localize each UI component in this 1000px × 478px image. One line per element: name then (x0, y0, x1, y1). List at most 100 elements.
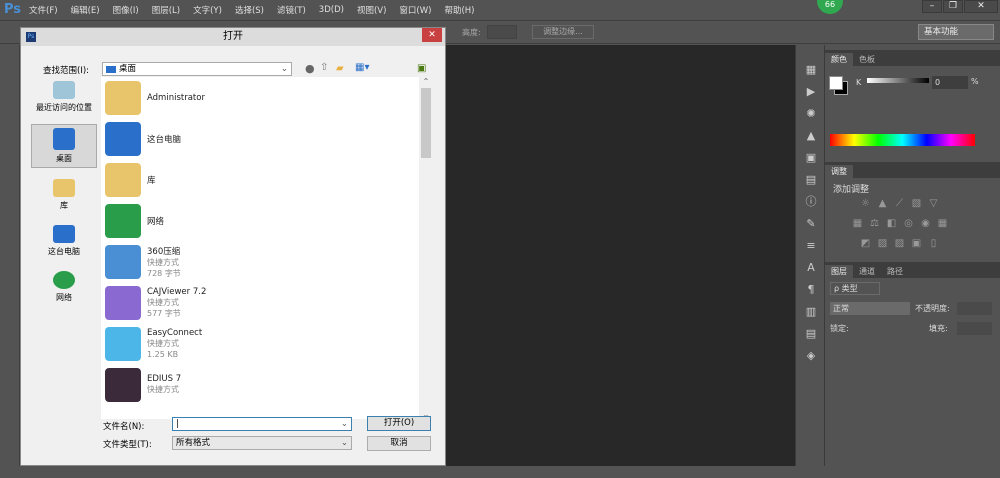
tab-color[interactable]: 颜色 (825, 53, 853, 66)
brightness-icon[interactable]: ☼ (857, 198, 874, 209)
layer-comps-icon[interactable]: ▥ (796, 301, 826, 323)
vibrance-icon[interactable]: ▽ (925, 198, 942, 209)
close-window-button[interactable]: ✕ (964, 0, 998, 13)
menu-type[interactable]: 文字(Y) (193, 4, 222, 16)
notes-icon[interactable]: ▤ (796, 323, 826, 345)
camera-raw-icon[interactable]: ▣ (417, 63, 426, 74)
menu-help[interactable]: 帮助(H) (444, 4, 474, 16)
tab-paths[interactable]: 路径 (881, 265, 909, 278)
photo-filter-icon[interactable]: ◎ (900, 218, 917, 229)
menu-layer[interactable]: 图层(L) (152, 4, 180, 16)
file-item[interactable]: 360压缩 快捷方式 728 字节 (101, 241, 433, 282)
menu-file[interactable]: 文件(F) (29, 4, 58, 16)
menu-edit[interactable]: 编辑(E) (71, 4, 100, 16)
file-item[interactable]: 这台电脑 (101, 118, 433, 159)
file-item[interactable]: EasyConnect 快捷方式 1.25 KB (101, 323, 433, 364)
bw-icon[interactable]: ◧ (883, 218, 900, 229)
lookin-label: 查找范围(I): (43, 66, 90, 76)
file-item[interactable]: EDIUS 7 快捷方式 (101, 364, 433, 405)
new-folder-icon[interactable]: ▰ (336, 63, 344, 74)
file-name: 网络 (147, 216, 165, 227)
file-name: 360压缩 (147, 246, 181, 257)
gradient-map-icon[interactable]: ▯ (925, 238, 942, 249)
invert-icon[interactable]: ◩ (857, 238, 874, 249)
file-name: 这台电脑 (147, 134, 182, 145)
selective-color-icon[interactable]: ▣ (908, 238, 925, 249)
paragraph-icon[interactable]: ¶ (796, 279, 826, 301)
histogram-icon[interactable]: ▲ (796, 125, 826, 147)
place-desktop[interactable]: 桌面 (31, 124, 97, 168)
file-item[interactable]: Administrator (101, 77, 433, 118)
tab-layers[interactable]: 图层 (825, 265, 853, 278)
character-icon[interactable]: A (796, 257, 826, 279)
up-folder-icon[interactable]: ⇧ (320, 62, 328, 73)
file-item[interactable]: CAJViewer 7.2 快捷方式 577 字节 (101, 282, 433, 323)
actions-play-icon[interactable]: ▶ (796, 81, 826, 103)
menu-image[interactable]: 图像(I) (113, 4, 139, 16)
open-button[interactable]: 打开(O) (367, 416, 431, 431)
view-menu-icon[interactable]: ▦▾ (355, 62, 369, 73)
brush-presets-icon[interactable]: ≡ (796, 235, 826, 257)
exposure-icon[interactable]: ▧ (908, 198, 925, 209)
layer-kind-filter[interactable]: ρ 类型 (830, 282, 880, 295)
refine-edge-button[interactable]: 调整边缘... (532, 25, 594, 39)
minimize-button[interactable]: – (922, 0, 942, 13)
library-icon (53, 179, 75, 197)
place-this-pc[interactable]: 这台电脑 (31, 222, 97, 260)
archive-icon (105, 244, 141, 279)
navigator-icon[interactable]: ▣ (796, 147, 826, 169)
color-spectrum[interactable] (830, 134, 975, 146)
workspace-select[interactable]: 基本功能 (918, 24, 994, 40)
foreground-color-swatch[interactable] (829, 76, 843, 90)
height-input[interactable] (487, 25, 517, 39)
tab-swatches[interactable]: 色板 (853, 53, 881, 66)
scroll-up-icon[interactable]: ⌃ (419, 77, 433, 86)
filetype-value: 所有格式 (176, 438, 211, 448)
history-icon[interactable]: ▦ (796, 59, 826, 81)
opacity-input[interactable] (957, 302, 992, 315)
blend-mode-select[interactable]: 正常 (830, 302, 910, 315)
chevron-down-icon: ⌄ (280, 64, 288, 74)
menu-filter[interactable]: 滤镜(T) (277, 4, 306, 16)
3d-icon[interactable]: ◈ (796, 345, 826, 367)
file-item[interactable]: 网络 (101, 200, 433, 241)
user-folder-icon (105, 80, 141, 115)
back-icon[interactable]: ● (305, 62, 315, 75)
levels-icon[interactable]: ▲ (874, 198, 891, 209)
k-slider[interactable] (867, 78, 929, 83)
lookin-select[interactable]: 桌面 ⌄ (102, 62, 292, 76)
menu-window[interactable]: 窗口(W) (399, 4, 431, 16)
menu-select[interactable]: 选择(S) (235, 4, 264, 16)
cancel-button[interactable]: 取消 (367, 436, 431, 451)
scroll-thumb[interactable] (421, 88, 431, 158)
tab-adjustments[interactable]: 调整 (825, 165, 853, 178)
properties-icon[interactable]: ▤ (796, 169, 826, 191)
channel-mixer-icon[interactable]: ◉ (917, 218, 934, 229)
brush-icon[interactable]: ✎ (796, 213, 826, 235)
place-libraries[interactable]: 库 (31, 176, 97, 214)
place-network[interactable]: 网络 (31, 268, 97, 306)
adjustments-icon[interactable]: ✺ (796, 103, 826, 125)
color-lookup-icon[interactable]: ▦ (934, 218, 951, 229)
file-list-scrollbar[interactable]: ⌃ ⌄ (419, 77, 433, 419)
curves-icon[interactable]: ⟋ (891, 198, 908, 209)
file-item[interactable]: 库 (101, 159, 433, 200)
place-recent[interactable]: 最近访问的位置 (31, 78, 97, 116)
filetype-select[interactable]: 所有格式 ⌄ (172, 436, 352, 450)
right-panels: 颜色 色板 K 0 % 调整 添加调整 ☼ ▲ ⟋ ▧ ▽ ▦ ⚖ ◧ ◎ ◉ ▦ ◩ ▨ ▨ ▣ ▯ 图… (825, 45, 1000, 466)
tab-channels[interactable]: 通道 (853, 265, 881, 278)
fill-label: 填充: (929, 324, 948, 333)
k-value-input[interactable]: 0 (932, 76, 968, 89)
threshold-icon[interactable]: ▨ (891, 238, 908, 249)
dialog-close-button[interactable]: ✕ (422, 28, 442, 42)
menu-3d[interactable]: 3D(D) (319, 5, 344, 15)
menu-view[interactable]: 视图(V) (357, 4, 386, 16)
file-name: EDIUS 7 (147, 374, 182, 384)
restore-button[interactable]: ❐ (943, 0, 963, 13)
color-balance-icon[interactable]: ⚖ (866, 218, 883, 229)
filename-input[interactable]: | ⌄ (172, 417, 352, 431)
info-icon[interactable]: ⓘ (796, 191, 826, 213)
fill-input[interactable] (957, 322, 992, 335)
hue-icon[interactable]: ▦ (849, 218, 866, 229)
posterize-icon[interactable]: ▨ (874, 238, 891, 249)
